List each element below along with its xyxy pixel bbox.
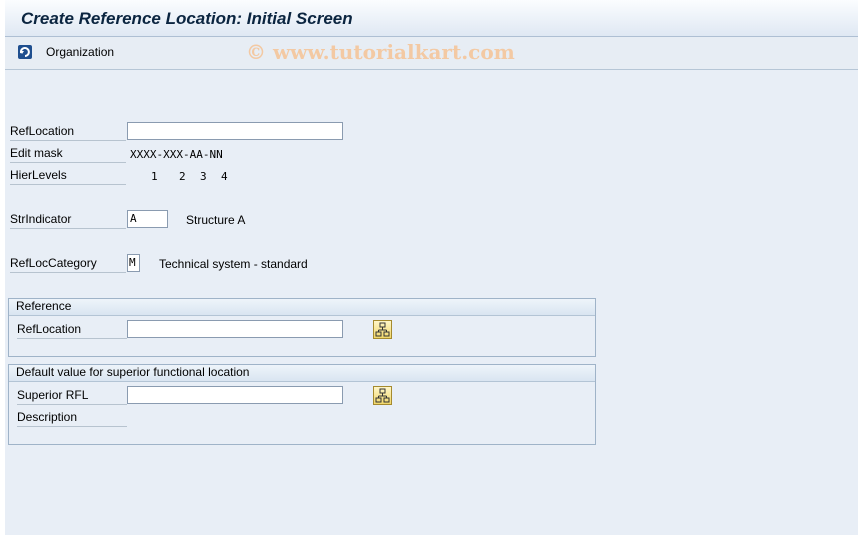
hierlevel-2: 2 <box>179 170 186 183</box>
reference-refloc-input[interactable] <box>127 320 343 338</box>
hierarchy-icon <box>375 322 390 337</box>
refloc-input[interactable] <box>127 122 343 140</box>
hierlevel-1: 1 <box>151 170 158 183</box>
page-title: Create Reference Location: Initial Scree… <box>21 9 353 28</box>
title-bar: Create Reference Location: Initial Scree… <box>5 0 858 37</box>
refloc-label: RefLocation <box>10 124 126 141</box>
reference-refloc-label: RefLocation <box>17 322 127 339</box>
description-label: Description <box>17 410 127 427</box>
editmask-value: XXXX-XXX-AA-NN <box>130 148 223 161</box>
reflocct-label: RefLocCategory <box>10 256 126 273</box>
hierlevels-label: HierLevels <box>10 168 126 185</box>
strindicator-text: Structure A <box>186 213 246 227</box>
reference-hierarchy-button[interactable] <box>373 320 392 339</box>
superior-group-title: Default value for superior functional lo… <box>9 365 595 382</box>
superior-group: Default value for superior functional lo… <box>8 364 596 445</box>
superior-hierarchy-button[interactable] <box>373 386 392 405</box>
hierlevel-3: 3 <box>200 170 207 183</box>
superior-rfl-label: Superior RFL <box>17 388 127 405</box>
watermark: © www.tutorialkart.com <box>246 40 515 64</box>
hierarchy-icon <box>375 388 390 403</box>
strindicator-input[interactable]: A <box>127 210 168 228</box>
reference-group-title: Reference <box>9 299 595 316</box>
sap-window: Create Reference Location: Initial Scree… <box>5 0 858 535</box>
editmask-label: Edit mask <box>10 146 126 163</box>
reflocct-input[interactable]: M <box>127 254 140 272</box>
organization-icon[interactable] <box>17 44 33 60</box>
application-toolbar: Organization © www.tutorialkart.com <box>5 37 858 70</box>
strindicator-label: StrIndicator <box>10 212 126 229</box>
superior-rfl-input[interactable] <box>127 386 343 404</box>
reference-group: Reference RefLocation <box>8 298 596 357</box>
hierlevel-4: 4 <box>221 170 228 183</box>
reflocct-text: Technical system - standard <box>159 257 308 271</box>
organization-button[interactable]: Organization <box>46 45 114 59</box>
